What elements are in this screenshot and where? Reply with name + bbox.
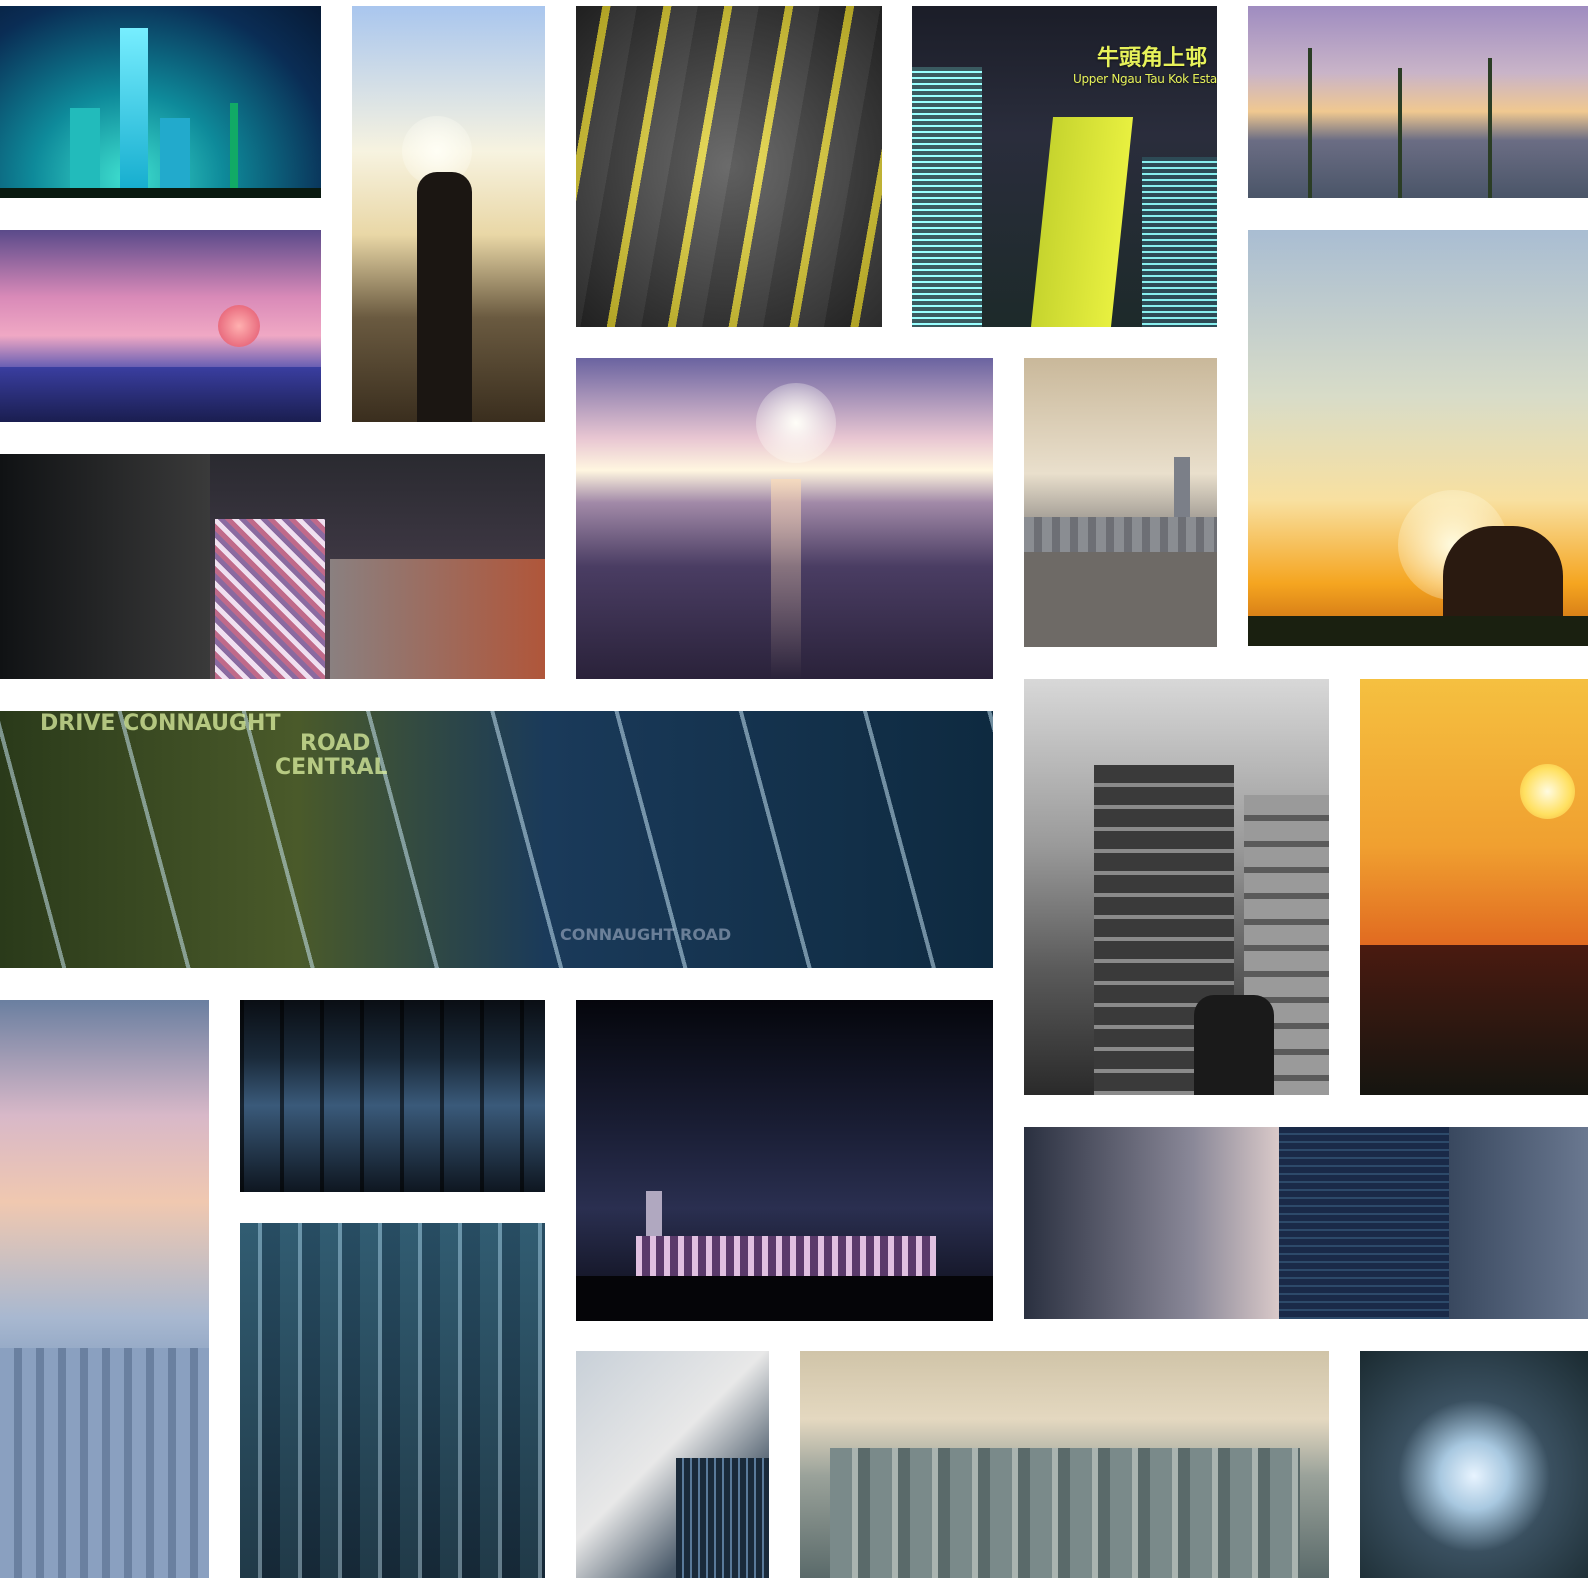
photo-silhouette-sunrise[interactable] [1248,230,1588,646]
photo-glass-towers-lookup[interactable] [1024,1127,1588,1319]
photo-hazy-new-towns[interactable] [800,1351,1329,1578]
road-marking-line1: DRIVE CONNAUGHT [40,711,281,736]
road-marking-line3: CENTRAL [275,755,388,780]
photo-sunset-tidal-flats[interactable] [576,358,993,679]
estate-sign-english: Upper Ngau Tau Kok Esta [1072,72,1217,86]
road-marking-line2: ROAD [300,731,371,756]
photo-orange-sunset-cranes[interactable] [1360,679,1588,1095]
photo-estate-courtyard-sky[interactable] [1360,1351,1588,1578]
photo-ngau-tau-kok-estate[interactable]: 牛頭角上邨 Upper Ngau Tau Kok Esta [912,6,1217,327]
photo-crosswalk-crowd[interactable] [576,6,882,327]
photo-night-market-street[interactable] [0,454,545,679]
estate-sign-chinese: 牛頭角上邨 [1096,46,1207,71]
photo-city-tower-night[interactable] [0,6,321,198]
photo-towers-looking-up-sky[interactable] [576,1351,769,1578]
photo-aerial-dense-towers[interactable] [240,1223,545,1578]
photo-mosaic: { "photo_1_sign": { "chinese": "牛頭角上邨", … [0,0,1588,1578]
photo-pastel-city-valley[interactable] [0,1000,209,1578]
photo-skybridge-silhouette[interactable] [240,1000,545,1192]
photo-victoria-harbour-ifc[interactable] [1024,358,1217,647]
road-marking-bottom: CONNAUGHT ROAD [560,925,732,944]
photo-bw-street-taxis[interactable] [1024,679,1329,1095]
photo-connaught-road-light-trails[interactable]: DRIVE CONNAUGHT ROAD CENTRAL CONNAUGHT R… [0,711,993,968]
photo-pink-moon-port[interactable] [0,230,321,422]
photo-harbour-night-skyline[interactable] [576,1000,993,1321]
photo-mangrove-saplings[interactable] [1248,6,1588,198]
photo-photographer-sunset-shore[interactable] [352,6,545,422]
